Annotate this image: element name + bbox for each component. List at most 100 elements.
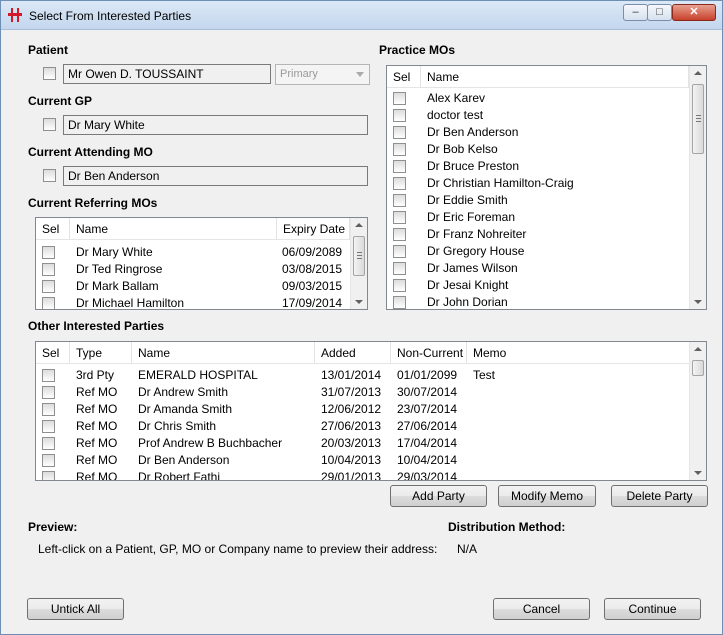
column-header[interactable]: Type [70, 342, 132, 364]
cancel-button[interactable]: Cancel [493, 598, 590, 620]
row-noncurrent: 17/04/2014 [397, 436, 458, 450]
continue-button[interactable]: Continue [604, 598, 701, 620]
vertical-scrollbar[interactable] [350, 218, 367, 309]
scroll-thumb[interactable] [353, 236, 365, 276]
other-parties-table[interactable]: Sel Type Name Added Non-Current Memo 3rd… [35, 341, 707, 481]
row-checkbox[interactable] [42, 246, 55, 259]
row-checkbox[interactable] [393, 296, 406, 309]
row-checkbox[interactable] [393, 126, 406, 139]
row-checkbox[interactable] [393, 279, 406, 292]
column-header[interactable]: Name [132, 342, 315, 364]
attending-mo-checkbox[interactable] [43, 169, 56, 182]
practice-mo-name: Dr Bob Kelso [427, 142, 498, 156]
scroll-down-icon[interactable] [355, 300, 363, 304]
table-row[interactable]: Ref MO Dr Andrew Smith 31/07/2013 30/07/… [36, 384, 689, 401]
table-row[interactable]: Dr Ted Ringrose 03/08/2015 [36, 261, 350, 278]
row-checkbox[interactable] [42, 297, 55, 309]
column-header[interactable]: Expiry Date [277, 218, 350, 240]
column-header[interactable]: Added [315, 342, 391, 364]
title-bar[interactable]: Select From Interested Parties – □ ✕ [1, 1, 722, 30]
column-header[interactable]: Sel [387, 66, 421, 88]
list-item[interactable]: Dr Jesai Knight [387, 277, 689, 294]
table-row[interactable]: Ref MO Dr Robert Fathi 29/01/2013 29/03/… [36, 469, 689, 481]
table-row[interactable]: Dr Mark Ballam 09/03/2015 [36, 278, 350, 295]
scroll-thumb[interactable] [692, 84, 704, 154]
list-item[interactable]: Dr Christian Hamilton-Craig [387, 175, 689, 192]
patient-name-field[interactable]: Mr Owen D. TOUSSAINT [63, 64, 271, 84]
row-checkbox[interactable] [42, 437, 55, 450]
patient-checkbox[interactable] [43, 67, 56, 80]
current-gp-checkbox[interactable] [43, 118, 56, 131]
table-row[interactable]: Ref MO Dr Chris Smith 27/06/2013 27/06/2… [36, 418, 689, 435]
row-checkbox[interactable] [393, 194, 406, 207]
row-expiry: 06/09/2089 [282, 245, 343, 259]
scroll-up-icon[interactable] [694, 347, 702, 351]
list-item[interactable]: Dr Ben Anderson [387, 124, 689, 141]
scroll-thumb[interactable] [692, 360, 704, 376]
table-row[interactable]: Ref MO Prof Andrew B Buchbacher 20/03/20… [36, 435, 689, 452]
row-checkbox[interactable] [393, 177, 406, 190]
vertical-scrollbar[interactable] [689, 342, 706, 480]
practice-mos-list[interactable]: Sel Name Alex Karev doctor test Dr Ben A… [386, 65, 707, 310]
row-checkbox[interactable] [393, 160, 406, 173]
row-added: 29/01/2013 [321, 470, 382, 481]
column-header[interactable]: Name [70, 218, 277, 240]
row-checkbox[interactable] [42, 471, 55, 480]
list-item[interactable]: Dr John Dorian [387, 294, 689, 309]
row-checkbox[interactable] [42, 369, 55, 382]
row-checkbox[interactable] [42, 420, 55, 433]
delete-party-button[interactable]: Delete Party [611, 485, 708, 507]
row-type: Ref MO [76, 419, 118, 433]
address-type-value: Primary [280, 68, 318, 80]
current-gp-field[interactable]: Dr Mary White [63, 115, 368, 135]
scroll-down-icon[interactable] [694, 300, 702, 304]
referring-mos-list[interactable]: Sel Name Expiry Date Dr Mary White 06/09… [35, 217, 368, 310]
column-header[interactable]: Memo [467, 342, 689, 364]
scroll-up-icon[interactable] [355, 223, 363, 227]
minimize-button[interactable]: – [623, 4, 648, 21]
modify-memo-button[interactable]: Modify Memo [498, 485, 596, 507]
table-row[interactable]: Dr Michael Hamilton 17/09/2014 [36, 295, 350, 309]
row-checkbox[interactable] [393, 109, 406, 122]
table-row[interactable]: Dr Mary White 06/09/2089 [36, 244, 350, 261]
maximize-button[interactable]: □ [647, 4, 672, 21]
row-checkbox[interactable] [393, 228, 406, 241]
column-header[interactable]: Sel [36, 342, 70, 364]
list-item[interactable]: Dr Bruce Preston [387, 158, 689, 175]
row-checkbox[interactable] [393, 245, 406, 258]
untick-all-button[interactable]: Untick All [27, 598, 124, 620]
row-checkbox[interactable] [42, 386, 55, 399]
list-item[interactable]: doctor test [387, 107, 689, 124]
list-item[interactable]: Dr Bob Kelso [387, 141, 689, 158]
list-item[interactable]: Dr Gregory House [387, 243, 689, 260]
row-checkbox[interactable] [393, 211, 406, 224]
row-checkbox[interactable] [393, 92, 406, 105]
row-checkbox[interactable] [42, 403, 55, 416]
scroll-down-icon[interactable] [694, 471, 702, 475]
row-checkbox[interactable] [42, 454, 55, 467]
address-type-dropdown[interactable]: Primary [275, 64, 370, 85]
list-item[interactable]: Dr Eddie Smith [387, 192, 689, 209]
column-header[interactable]: Sel [36, 218, 70, 240]
table-row[interactable]: Ref MO Dr Amanda Smith 12/06/2012 23/07/… [36, 401, 689, 418]
column-header[interactable]: Name [421, 66, 689, 88]
table-row[interactable]: Ref MO Dr Ben Anderson 10/04/2013 10/04/… [36, 452, 689, 469]
practice-mo-name: Dr Eric Foreman [427, 210, 516, 224]
list-item[interactable]: Dr Franz Nohreiter [387, 226, 689, 243]
close-button[interactable]: ✕ [672, 4, 716, 21]
row-checkbox[interactable] [393, 143, 406, 156]
list-item[interactable]: Alex Karev [387, 90, 689, 107]
add-party-button[interactable]: Add Party [390, 485, 487, 507]
list-item[interactable]: Dr Eric Foreman [387, 209, 689, 226]
row-checkbox[interactable] [42, 263, 55, 276]
row-type: Ref MO [76, 402, 118, 416]
row-checkbox[interactable] [42, 280, 55, 293]
attending-mo-field[interactable]: Dr Ben Anderson [63, 166, 368, 186]
column-header[interactable]: Non-Current [391, 342, 467, 364]
vertical-scrollbar[interactable] [689, 66, 706, 309]
table-row[interactable]: 3rd Pty EMERALD HOSPITAL 13/01/2014 01/0… [36, 367, 689, 384]
row-checkbox[interactable] [393, 262, 406, 275]
list-item[interactable]: Dr James Wilson [387, 260, 689, 277]
scroll-up-icon[interactable] [694, 71, 702, 75]
chevron-down-icon [356, 72, 364, 77]
